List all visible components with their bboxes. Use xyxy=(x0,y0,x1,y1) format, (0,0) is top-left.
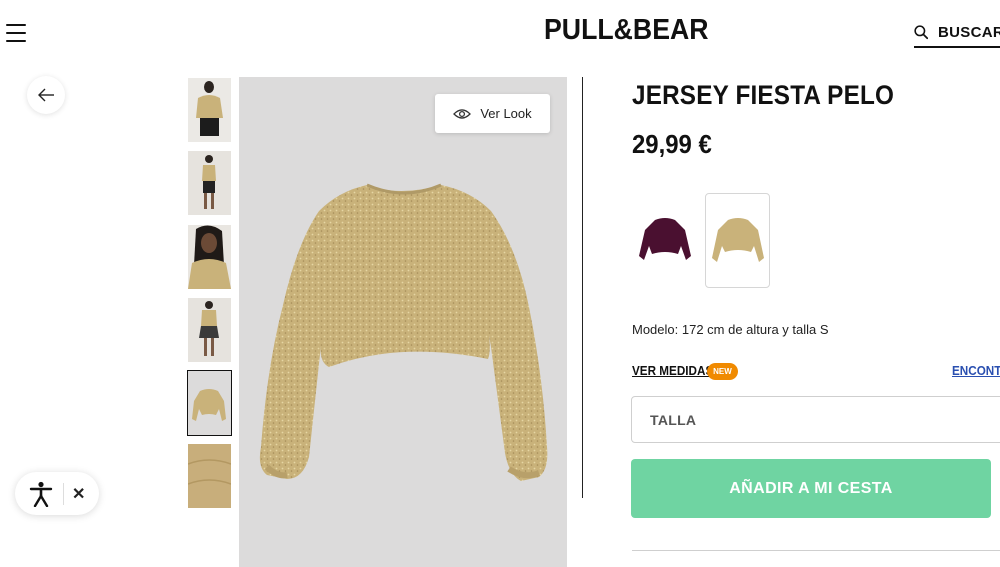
product-price: 29,99 € xyxy=(632,129,712,159)
gold-sweater-thumbnail xyxy=(711,217,764,262)
back-button[interactable] xyxy=(27,76,65,114)
product-title: JERSEY FIESTA PELO xyxy=(632,80,895,110)
ver-look-button[interactable]: Ver Look xyxy=(435,94,550,133)
arrow-left-icon xyxy=(38,88,54,102)
product-main-image[interactable]: Ver Look xyxy=(239,77,567,567)
encontrar-talla-link[interactable]: ENCONTR xyxy=(952,363,1000,378)
accessibility-widget: ✕ xyxy=(15,472,99,515)
add-to-cart-button[interactable]: AÑADIR A MI CESTA xyxy=(631,459,991,518)
gallery-divider xyxy=(582,77,583,498)
sweater-image xyxy=(259,183,548,481)
accessibility-person-icon[interactable] xyxy=(29,481,53,507)
accessibility-separator xyxy=(63,482,64,505)
eye-icon xyxy=(453,108,472,119)
thumbnail-2[interactable] xyxy=(188,151,231,215)
thumbnail-5[interactable] xyxy=(187,370,232,436)
color-option-purple[interactable] xyxy=(632,193,697,288)
search-label: BUSCAR xyxy=(938,23,1000,41)
size-select[interactable]: TALLA xyxy=(631,396,1000,443)
close-icon[interactable]: ✕ xyxy=(72,484,85,504)
thumbnail-1[interactable] xyxy=(188,78,231,142)
color-selector xyxy=(632,193,770,288)
hamburger-menu-icon[interactable] xyxy=(6,24,26,42)
thumbnail-3[interactable] xyxy=(188,225,231,289)
search-icon xyxy=(914,25,929,40)
ver-medidas-link[interactable]: VER MEDIDAS xyxy=(632,363,713,378)
new-badge: NEW xyxy=(707,363,738,380)
thumbnail-6[interactable] xyxy=(188,444,231,508)
section-divider xyxy=(632,550,1000,551)
ver-look-label: Ver Look xyxy=(480,106,532,121)
model-info: Modelo: 172 cm de altura y talla S xyxy=(632,322,829,337)
brand-logo[interactable]: PULL&BEAR xyxy=(544,14,709,47)
search-button[interactable]: BUSCAR xyxy=(914,18,1000,48)
purple-sweater-thumbnail xyxy=(638,217,691,260)
thumbnail-4[interactable] xyxy=(188,298,231,362)
color-option-gold[interactable] xyxy=(705,193,770,288)
